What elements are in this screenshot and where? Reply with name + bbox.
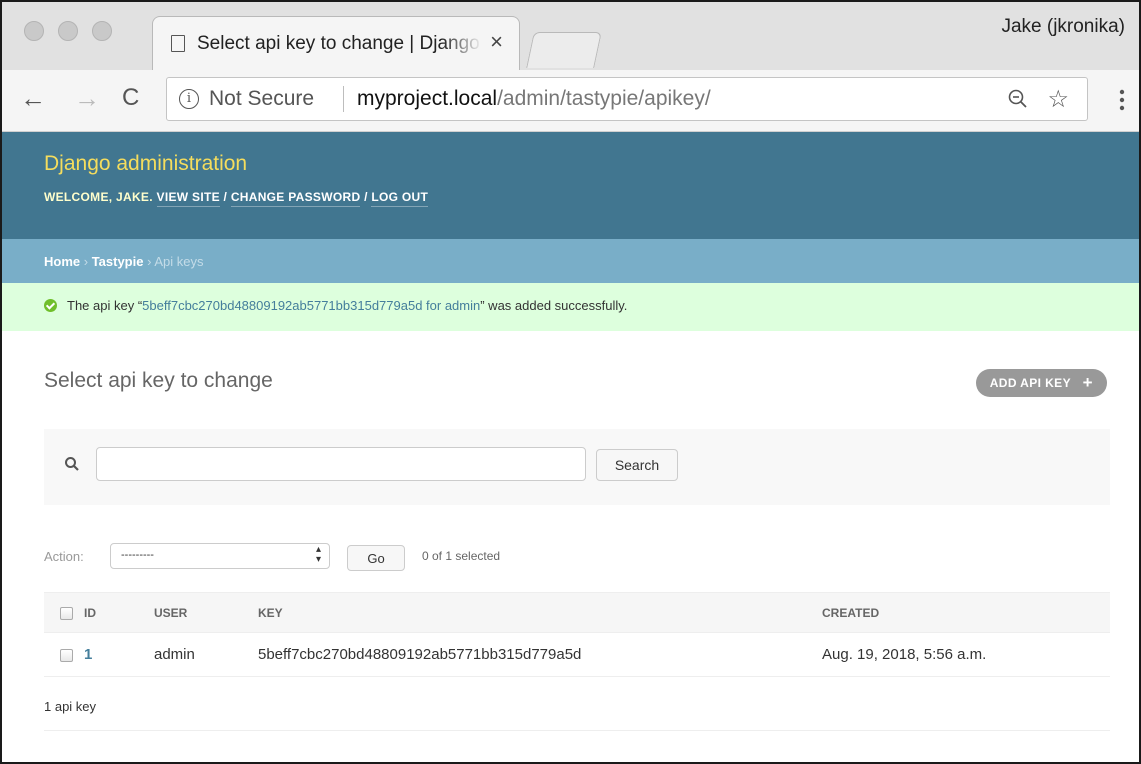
minimize-window-button[interactable] <box>58 21 78 41</box>
table-row: 1 admin 5beff7cbc270bd48809192ab5771bb31… <box>44 632 1110 677</box>
bookmark-star-icon[interactable]: ☆ <box>1047 85 1069 114</box>
profile-name[interactable]: Jake (jkronika) <box>1001 16 1125 38</box>
page-title: Select api key to change <box>44 369 273 392</box>
username: jake <box>116 190 150 204</box>
back-arrow-icon[interactable]: ← <box>20 84 46 112</box>
tab-close-button[interactable]: × <box>490 31 503 53</box>
browser-toolbar: ← → C i Not Secure myproject.local/admin… <box>2 70 1139 132</box>
breadcrumb-tastypie[interactable]: Tastypie <box>92 254 144 269</box>
selection-count: 0 of 1 selected <box>422 549 501 563</box>
select-arrows-icon: ▴ ▾ <box>315 544 321 565</box>
browser-menu-icon[interactable] <box>1119 88 1125 112</box>
breadcrumb: Home › Tastypie › Api keys <box>2 239 1139 283</box>
reload-icon[interactable]: C <box>122 84 139 112</box>
row-user: admin <box>154 632 258 677</box>
title-bar: Select api key to change | Django site a… <box>2 2 1139 70</box>
tab-title: Select api key to change | Django site a… <box>197 33 482 55</box>
table-header-row: ID USER KEY CREATED <box>44 592 1110 633</box>
forward-arrow-icon[interactable]: → <box>74 84 100 112</box>
column-header-created[interactable]: CREATED <box>822 592 1110 633</box>
select-all-checkbox[interactable] <box>60 606 73 620</box>
row-checkbox[interactable] <box>60 648 73 662</box>
search-icon <box>64 456 80 477</box>
row-id-link[interactable]: 1 <box>84 646 92 663</box>
site-branding[interactable]: Django administration <box>44 152 1139 176</box>
close-window-button[interactable] <box>24 21 44 41</box>
url-host: myproject.local <box>357 87 498 110</box>
view-site-link[interactable]: View site <box>156 190 220 207</box>
action-label: Action: <box>44 549 84 564</box>
browser-tab[interactable]: Select api key to change | Django site a… <box>152 16 520 70</box>
column-header-key[interactable]: KEY <box>258 592 822 633</box>
user-tools: Welcome, jake. View site / Change passwo… <box>44 190 1139 207</box>
zoom-out-icon[interactable] <box>1007 88 1029 115</box>
welcome-text: Welcome, <box>44 190 117 204</box>
action-select[interactable]: --------- ▴ ▾ <box>110 543 330 569</box>
success-check-icon <box>44 299 57 312</box>
search-button[interactable]: Search <box>596 449 678 481</box>
document-icon <box>171 35 185 52</box>
go-button[interactable]: Go <box>347 545 405 571</box>
row-created: Aug. 19, 2018, 5:56 a.m. <box>822 632 1110 677</box>
result-table: ID USER KEY CREATED 1 admin 5beff7cbc270… <box>44 592 1110 677</box>
message-object-link[interactable]: 5beff7cbc270bd48809192ab5771bb315d779a5d… <box>142 298 480 313</box>
address-bar[interactable]: i Not Secure myproject.local/admin/tasty… <box>166 77 1088 121</box>
browser-window: Select api key to change | Django site a… <box>0 0 1141 764</box>
paginator: 1 api key <box>44 677 1110 731</box>
column-header-user[interactable]: USER <box>154 592 258 633</box>
new-tab-button[interactable] <box>526 32 602 68</box>
breadcrumb-home[interactable]: Home <box>44 254 80 269</box>
url-text[interactable]: myproject.local/admin/tastypie/apikey/ <box>357 87 711 111</box>
column-header-id[interactable]: ID <box>84 592 154 633</box>
search-toolbar: Search <box>44 429 1110 505</box>
success-message: The api key “5beff7cbc270bd48809192ab577… <box>2 283 1139 331</box>
change-password-link[interactable]: Change password <box>230 190 361 207</box>
admin-header: Django administration Welcome, jake. Vie… <box>2 132 1139 239</box>
row-key: 5beff7cbc270bd48809192ab5771bb315d779a5d <box>258 632 822 677</box>
page: Django administration Welcome, jake. Vie… <box>2 132 1139 762</box>
log-out-link[interactable]: Log out <box>371 190 429 207</box>
search-input[interactable] <box>96 447 586 481</box>
breadcrumb-current: Api keys <box>154 254 204 269</box>
maximize-window-button[interactable] <box>92 21 112 41</box>
url-path: /admin/tastypie/apikey/ <box>497 87 711 110</box>
add-api-key-button[interactable]: ADD API KEY + <box>975 369 1107 397</box>
info-icon[interactable]: i <box>179 89 199 109</box>
security-label: Not Secure <box>209 87 315 110</box>
divider <box>343 86 344 112</box>
plus-icon: + <box>1082 373 1093 392</box>
